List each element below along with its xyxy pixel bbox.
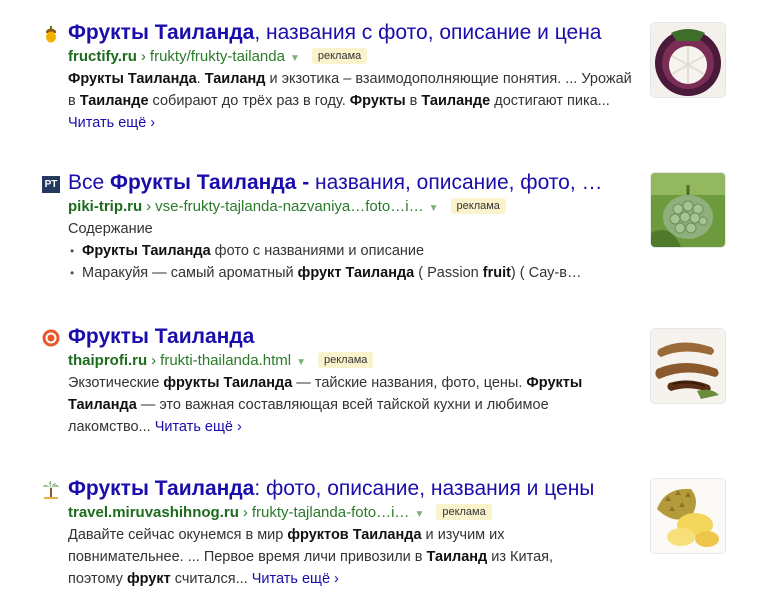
pt-logo-icon: PT: [42, 175, 60, 193]
read-more-link[interactable]: Читать ещё ›: [252, 571, 339, 587]
result-domain-link[interactable]: travel.miruvashihnog.ru: [68, 504, 239, 521]
ad-badge: реклама: [317, 352, 374, 368]
result-path-link[interactable]: frukty-tajlanda-foto…i…: [252, 504, 410, 521]
dropdown-triangle-icon[interactable]: ▼: [414, 509, 424, 520]
dropdown-triangle-icon[interactable]: ▼: [290, 53, 300, 64]
result-snippet: Фрукты Таиланда. Таиланд и экзотика – вз…: [68, 71, 632, 131]
result-title-link[interactable]: Все Фрукты Таиланда - названия, описание…: [68, 170, 603, 196]
result-domain-link[interactable]: piki-trip.ru: [68, 198, 142, 215]
ad-badge: реклама: [311, 48, 368, 64]
result-domain-link[interactable]: fructify.ru: [68, 48, 137, 65]
mangosteen-thumbnail[interactable]: [651, 23, 725, 97]
result-title-link[interactable]: Фрукты Таиланда: [68, 324, 254, 350]
acorn-icon: [42, 25, 60, 43]
read-more-link[interactable]: Читать ещё ›: [68, 115, 155, 131]
dropdown-triangle-icon[interactable]: ▼: [429, 203, 439, 214]
dropdown-triangle-icon[interactable]: ▼: [296, 357, 306, 368]
contents-item[interactable]: Фрукты Таиланда фото с названиями и опис…: [68, 240, 643, 262]
contents-list: Фрукты Таиланда фото с названиями и опис…: [68, 240, 643, 284]
result-url: travel.miruvashihnog.ru › frukty-tajlanda-…: [68, 503, 492, 525]
result-title-link[interactable]: Фрукты Таиланда: фото, описание, названи…: [68, 476, 594, 502]
result-url: thaiprofi.ru › frukti-thailanda.html ▼ рекла…: [68, 351, 374, 373]
result-path-link[interactable]: frukti-thailanda.html: [160, 352, 291, 369]
result-snippet: Содержание Фрукты Таиланда фото с назван…: [68, 218, 643, 284]
result-domain-link[interactable]: thaiprofi.ru: [68, 352, 147, 369]
contents-item[interactable]: Маракуйя — самый ароматный фрукт Таиланд…: [68, 262, 643, 284]
contents-label: Содержание: [68, 221, 153, 237]
result-url: fructify.ru › frukty/frukty-tailanda ▼ рекла…: [68, 47, 368, 69]
result-title-link[interactable]: Фрукты Таиланда, названия с фото, описан…: [68, 20, 601, 46]
ad-badge: реклама: [436, 504, 492, 520]
tamarind-thumbnail[interactable]: [651, 329, 725, 403]
durian-thumbnail[interactable]: [651, 479, 725, 553]
thaiprofi-logo-icon: [42, 329, 60, 347]
result-url: piki-trip.ru › vse-frukty-tajlanda-nazvani…: [68, 197, 506, 219]
result-snippet: Экзотические фрукты Таиланда — тайские н…: [68, 375, 583, 435]
ad-badge: реклама: [450, 198, 506, 214]
palm-icon: [42, 481, 60, 499]
result-path-link[interactable]: frukty/frukty-tailanda: [150, 48, 285, 65]
result-path-link[interactable]: vse-frukty-tajlanda-nazvaniya…foto…i…: [155, 198, 423, 215]
result-snippet: Давайте сейчас окунемся в мир фруктов Та…: [68, 527, 554, 587]
custard-apple-thumbnail[interactable]: [651, 173, 725, 247]
read-more-link[interactable]: Читать ещё ›: [155, 419, 242, 435]
